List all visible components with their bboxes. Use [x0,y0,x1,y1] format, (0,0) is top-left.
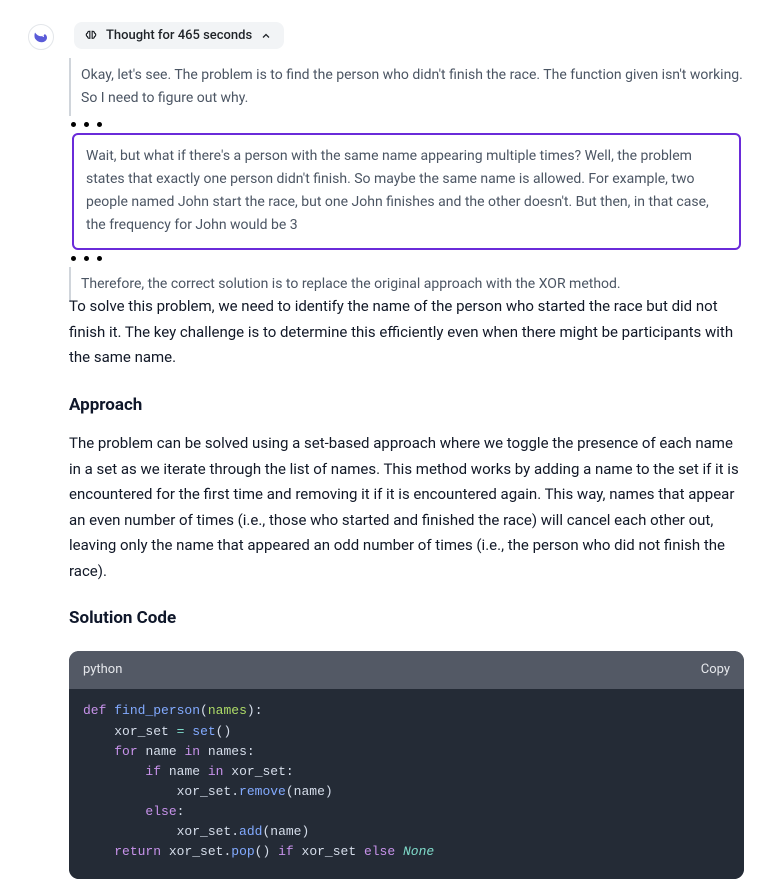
chevron-up-icon [260,30,272,42]
reasoning-paragraph: Okay, let's see. The problem is to find … [69,58,744,116]
reasoning-section: Okay, let's see. The problem is to find … [69,58,744,302]
code-header: python Copy [69,651,744,689]
solution-code-heading: Solution Code [69,604,744,633]
copy-button[interactable]: Copy [701,659,730,681]
code-language-label: python [83,659,122,681]
ellipsis-separator [69,116,744,133]
assistant-avatar [28,24,54,50]
code-block: python Copy def find_person(names): xor_… [69,651,744,878]
answer-intro: To solve this problem, we need to identi… [69,294,744,371]
ellipsis-separator [69,250,744,267]
code-content[interactable]: def find_person(names): xor_set = set() … [69,689,744,878]
thought-label: Thought for 465 seconds [106,28,252,43]
reasoning-conclusion-text: Therefore, the correct solution is to re… [81,276,621,292]
thought-toggle[interactable]: Thought for 465 seconds [74,22,284,49]
answer-section: To solve this problem, we need to identi… [69,294,744,879]
reasoning-highlight-text: Wait, but what if there's a person with … [86,148,709,233]
whale-logo-icon [32,28,50,46]
approach-body: The problem can be solved using a set-ba… [69,431,744,584]
reasoning-highlight: Wait, but what if there's a person with … [72,133,741,249]
reasoning-text: Okay, let's see. The problem is to find … [81,67,743,106]
brain-icon [84,29,98,43]
approach-heading: Approach [69,391,744,420]
